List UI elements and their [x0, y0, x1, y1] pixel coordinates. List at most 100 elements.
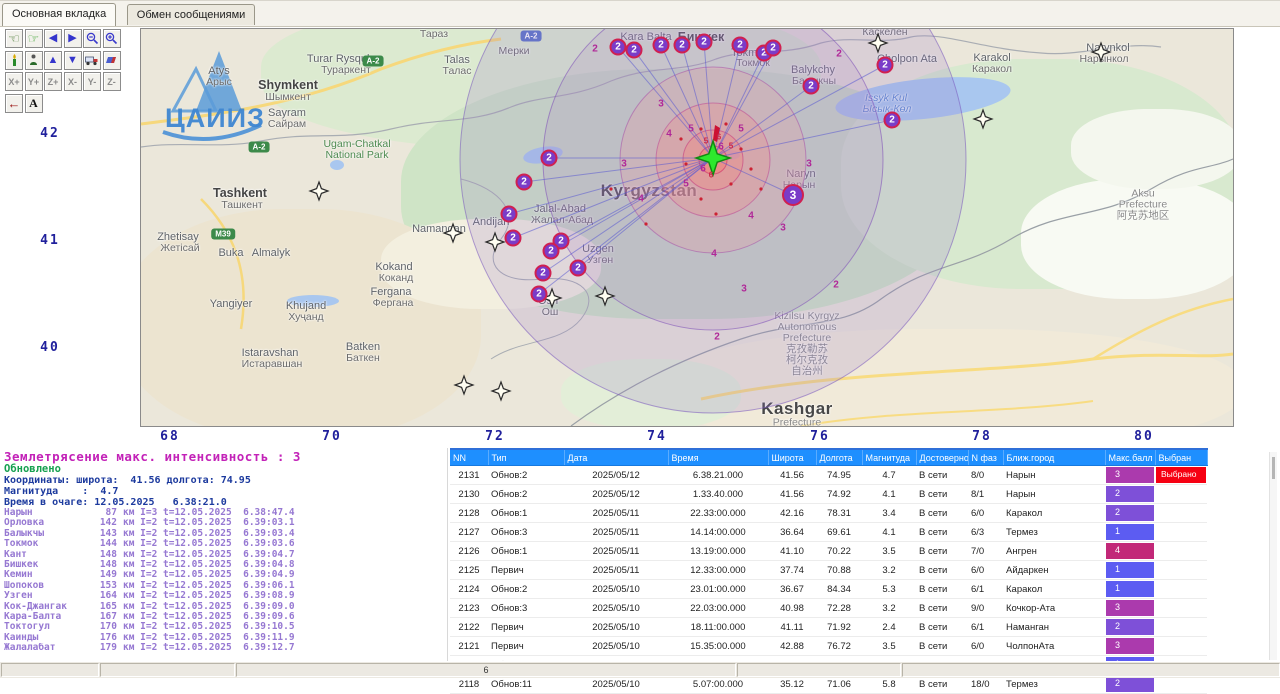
event-row[interactable]: 2126Обнов:12025/05/1113.19:00.00041.1070…	[450, 542, 1207, 561]
cell-lon[interactable]: 70.88	[816, 561, 862, 580]
cell-mag[interactable]: 3.5	[862, 637, 916, 656]
tab-main[interactable]: Основная вкладка	[2, 3, 116, 26]
cell-lat[interactable]: 41.56	[768, 485, 816, 504]
cell-mag[interactable]: 4.1	[862, 485, 916, 504]
undo-arrow-button[interactable]: ←	[5, 94, 23, 113]
cell-rel[interactable]: В сети	[916, 580, 968, 599]
station-intensity-marker[interactable]: 2	[543, 243, 560, 260]
cell-time[interactable]: 13.19:00.000	[668, 542, 768, 561]
cell-type[interactable]: Первич	[488, 637, 564, 656]
station-intensity-marker[interactable]: 2	[765, 40, 782, 57]
cell-city[interactable]: Айдаркен	[1003, 561, 1105, 580]
col-header[interactable]: Долгота	[816, 449, 862, 466]
station-intensity-marker[interactable]: 2	[732, 37, 749, 54]
cell-lat[interactable]: 36.64	[768, 523, 816, 542]
cell-type[interactable]: Первич	[488, 618, 564, 637]
cell-rel[interactable]: В сети	[916, 542, 968, 561]
down-arrow-icon[interactable]: ▼	[64, 51, 82, 70]
cell-nn[interactable]: 2125	[450, 561, 488, 580]
pan-right-hand-icon[interactable]: ☞	[25, 29, 43, 48]
station-intensity-marker[interactable]: 2	[803, 78, 820, 95]
cell-lon[interactable]: 84.34	[816, 580, 862, 599]
cell-lat[interactable]: 41.10	[768, 542, 816, 561]
cell-date[interactable]: 2025/05/12	[564, 485, 668, 504]
a-button[interactable]: A	[25, 94, 43, 113]
cell-city[interactable]: Термез	[1003, 523, 1105, 542]
cell-lon[interactable]: 72.28	[816, 599, 862, 618]
cell-lat[interactable]: 41.56	[768, 466, 816, 485]
cell-rel[interactable]: В сети	[916, 599, 968, 618]
cell-maxball[interactable]: 1	[1105, 580, 1155, 599]
tab-messages[interactable]: Обмен сообщениями	[127, 4, 256, 25]
cell-nn[interactable]: 2124	[450, 580, 488, 599]
cell-date[interactable]: 2025/05/10	[564, 580, 668, 599]
truck-icon[interactable]	[83, 51, 101, 70]
cell-maxball[interactable]: 1	[1105, 523, 1155, 542]
x-plus-button[interactable]: X+	[5, 72, 23, 91]
cell-nn[interactable]: 2128	[450, 504, 488, 523]
cell-time[interactable]: 22.03:00.000	[668, 599, 768, 618]
cell-rel[interactable]: В сети	[916, 504, 968, 523]
event-row[interactable]: 2127Обнов:32025/05/1114.14:00.00036.6469…	[450, 523, 1207, 542]
station-intensity-marker[interactable]: 2	[541, 150, 558, 167]
cell-selected[interactable]	[1155, 485, 1207, 504]
event-row[interactable]: 2123Обнов:32025/05/1022.03:00.00040.9872…	[450, 599, 1207, 618]
cell-rel[interactable]: В сети	[916, 561, 968, 580]
col-header[interactable]: Дата	[564, 449, 668, 466]
cell-city[interactable]: Нарын	[1003, 466, 1105, 485]
cell-nphase[interactable]: 7/0	[968, 542, 1003, 561]
col-header[interactable]: Широта	[768, 449, 816, 466]
cell-lon[interactable]: 70.22	[816, 542, 862, 561]
cell-maxball[interactable]: 3	[1105, 637, 1155, 656]
cell-mag[interactable]: 4.7	[862, 466, 916, 485]
cell-city[interactable]: Нарын	[1003, 485, 1105, 504]
cell-maxball[interactable]: 2	[1105, 485, 1155, 504]
cell-mag[interactable]: 5.3	[862, 580, 916, 599]
station-intensity-marker[interactable]: 3	[782, 184, 804, 206]
cell-time[interactable]: 12.33:00.000	[668, 561, 768, 580]
cell-date[interactable]: 2025/05/10	[564, 637, 668, 656]
y-plus-button[interactable]: Y+	[25, 72, 43, 91]
cell-city[interactable]: Каракол	[1003, 504, 1105, 523]
cell-nphase[interactable]: 6/1	[968, 580, 1003, 599]
cell-selected[interactable]	[1155, 580, 1207, 599]
col-header[interactable]: Достоверность	[916, 449, 968, 466]
cell-time[interactable]: 1.33.40.000	[668, 485, 768, 504]
zoom-in-icon[interactable]	[103, 29, 121, 48]
station-intensity-marker[interactable]: 2	[884, 112, 901, 129]
cell-lat[interactable]: 37.74	[768, 561, 816, 580]
cell-mag[interactable]: 2.4	[862, 618, 916, 637]
station-intensity-marker[interactable]: 2	[877, 57, 894, 74]
cell-date[interactable]: 2025/05/10	[564, 618, 668, 637]
cell-nphase[interactable]: 6/1	[968, 618, 1003, 637]
cell-nphase[interactable]: 9/0	[968, 599, 1003, 618]
cell-maxball[interactable]: 4	[1105, 542, 1155, 561]
cell-type[interactable]: Обнов:2	[488, 466, 564, 485]
cell-time[interactable]: 18.11:00.000	[668, 618, 768, 637]
event-row[interactable]: 2122Первич2025/05/1018.11:00.00041.1171.…	[450, 618, 1207, 637]
cell-selected[interactable]	[1155, 523, 1207, 542]
station-intensity-marker[interactable]: 2	[696, 34, 713, 51]
station-intensity-marker[interactable]: 2	[610, 39, 627, 56]
cell-mag[interactable]: 3.2	[862, 599, 916, 618]
cell-nphase[interactable]: 6/3	[968, 523, 1003, 542]
station-intensity-marker[interactable]: 2	[516, 174, 533, 191]
cell-time[interactable]: 23.01:00.000	[668, 580, 768, 599]
cell-type[interactable]: Обнов:2	[488, 485, 564, 504]
station-intensity-marker[interactable]: 2	[626, 42, 643, 59]
cell-type[interactable]: Обнов:3	[488, 523, 564, 542]
cell-lat[interactable]: 40.98	[768, 599, 816, 618]
station-intensity-marker[interactable]: 2	[570, 260, 587, 277]
cell-date[interactable]: 2025/05/12	[564, 466, 668, 485]
col-header[interactable]: Время	[668, 449, 768, 466]
cell-selected[interactable]	[1155, 618, 1207, 637]
cell-nn[interactable]: 2126	[450, 542, 488, 561]
cell-nphase[interactable]: 8/1	[968, 485, 1003, 504]
event-row[interactable]: 2124Обнов:22025/05/1023.01:00.00036.6784…	[450, 580, 1207, 599]
cell-nn[interactable]: 2122	[450, 618, 488, 637]
event-row[interactable]: 2121Первич2025/05/1015.35:00.00042.8876.…	[450, 637, 1207, 656]
cell-time[interactable]: 15.35:00.000	[668, 637, 768, 656]
cell-selected[interactable]	[1155, 542, 1207, 561]
forward-arrow-icon[interactable]: ▶	[64, 29, 82, 48]
cell-nn[interactable]: 2130	[450, 485, 488, 504]
